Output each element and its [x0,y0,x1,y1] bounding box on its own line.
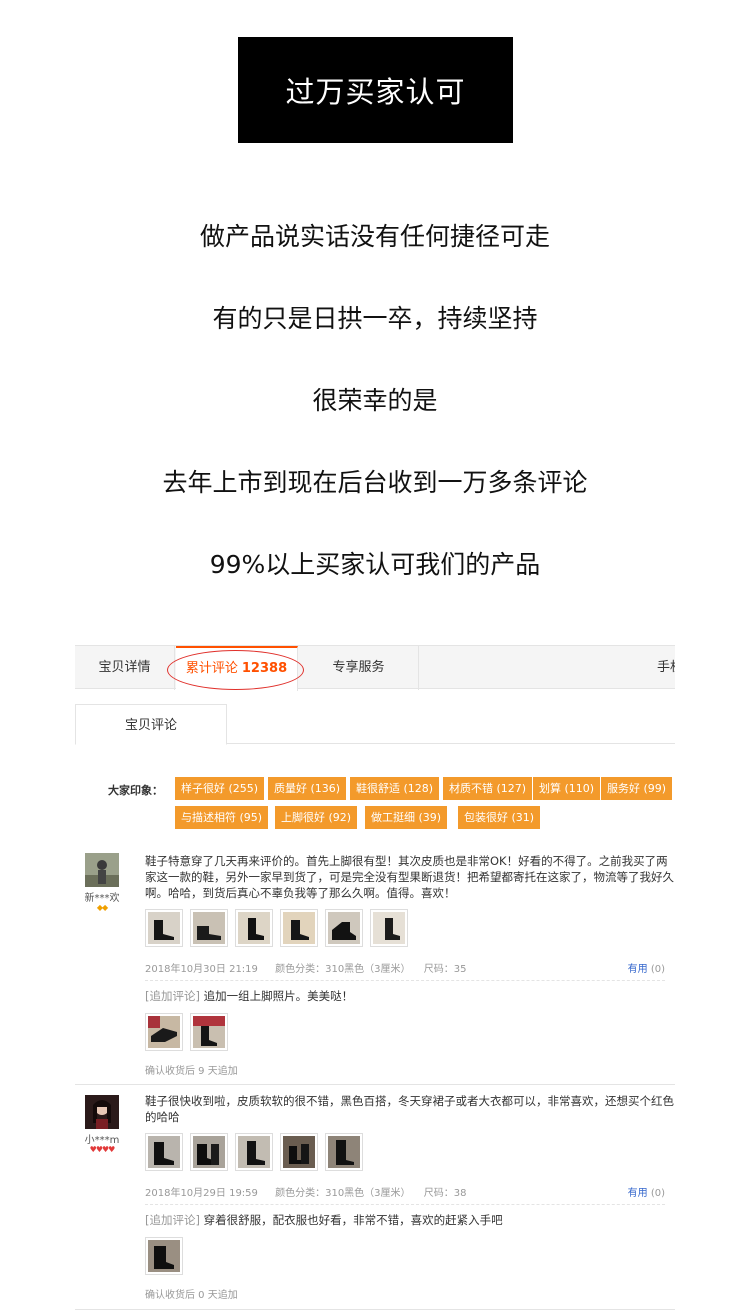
photo-thumbnail[interactable] [370,909,408,947]
shoe-photo-icon [148,1016,180,1048]
impression-tag[interactable]: 鞋很舒适 (128) [350,777,440,800]
append-tag: [追加评论] [145,1213,200,1227]
tab-details-label: 宝贝详情 [98,660,151,675]
review-item: 小***m ♥♥♥♥ 鞋子很快收到啦，皮质软软的很不错，黑色百搭，冬天穿裙子或者… [75,1085,675,1310]
review-text: 鞋子很快收到啦，皮质软软的很不错，黑色百搭，冬天穿裙子或者大衣都可以，非常喜欢，… [145,1094,674,1124]
tab-bar: 宝贝详情 累计评论12388 专享服务 手机 [75,645,675,691]
avatar[interactable] [85,1095,119,1129]
impression-tag[interactable]: 做工挺细 (39) [365,806,448,829]
review-date: 2018年10月30日 21:19 [145,964,258,975]
user-level-badge: ♥♥♥♥ [89,1145,116,1154]
photo-thumbnail[interactable] [190,1013,228,1051]
impression-tag[interactable]: 样子很好 (255) [175,777,265,800]
photo-thumbnail[interactable] [280,1133,318,1171]
impression-tag[interactable]: 材质不错 (127) [443,777,533,800]
photo-thumbnail[interactable] [325,1133,363,1171]
review-divider [145,1204,665,1205]
user-name: 小***m [84,1135,120,1146]
review-meta: 2018年10月29日 19:59 颜色分类：310黑色（3厘米） 尺码：38 [145,1184,665,1199]
confirm-note: 确认收货后 9 天追加 [145,1066,238,1077]
photo-thumbnail[interactable] [145,909,183,947]
impression-tag[interactable]: 包装很好 (31) [458,806,541,829]
review-size: 尺码：35 [423,964,467,975]
impression-tag[interactable]: 与描述相符 (95) [175,806,269,829]
tab-reviews-label: 累计评论 [185,661,238,676]
photo-thumbnail[interactable] [145,1237,183,1275]
review-photos [145,1133,363,1171]
shoe-photo-icon [328,912,360,944]
useful-button[interactable]: 有用 (0) [628,960,665,975]
photo-thumbnail[interactable] [145,1133,183,1171]
append-photos [145,1013,228,1051]
shoe-photo-icon [148,912,180,944]
impression-tag[interactable]: 划算 (110) [533,777,601,800]
impression-tag[interactable]: 服务好 (99) [601,777,673,800]
review-photos [145,909,408,947]
tab-reviews[interactable]: 累计评论 12388 [176,646,298,691]
shoe-photo-icon [193,1016,225,1048]
append-tag: [追加评论] [145,989,200,1003]
tab-service-label: 专享服务 [332,660,385,675]
append-photos [145,1237,183,1275]
useful-label: 有用 [627,964,648,975]
append-text: 穿着很舒服，配衣服也好看，非常不错，喜欢的赶紧入手吧 [203,1213,503,1227]
tab-mobile-label: 手机 [657,660,675,675]
useful-count: (0) [650,964,665,975]
append-review: [追加评论] 穿着很舒服，配衣服也好看，非常不错，喜欢的赶紧入手吧 [145,1212,675,1228]
shoe-photo-icon [148,1240,180,1272]
tab-details[interactable]: 宝贝详情 [75,646,175,690]
photo-thumbnail[interactable] [145,1013,183,1051]
sub-tab-bar: 宝贝评论 [75,704,675,745]
slogan-line: 很荣幸的是 [312,386,438,415]
shoe-photo-icon [283,912,315,944]
slogan-line: 有的只是日拱一卒，持续坚持 [212,304,538,333]
review-sku: 颜色分类：310黑色（3厘米） [275,1188,411,1199]
photo-thumbnail[interactable] [235,1133,273,1171]
banner-title: 过万买家认可 [285,75,466,109]
photo-thumbnail[interactable] [325,909,363,947]
photo-thumbnail[interactable] [235,909,273,947]
review-item: 新***欢 ◆◆ 鞋子特意穿了几天再来评价的。首先上脚很有型！其次皮质也是非常O… [75,845,675,1085]
review-text: 鞋子特意穿了几天再来评价的。首先上脚很有型！其次皮质也是非常OK！好看的不得了。… [145,854,674,900]
shoe-photo-icon [193,912,225,944]
tab-reviews-count: 12388 [241,661,288,676]
user-level-badge: ◆◆ [96,903,108,912]
tab-service[interactable]: 专享服务 [299,646,419,690]
review-divider [145,980,665,981]
confirm-note: 确认收货后 0 天追加 [145,1290,238,1301]
impression-tag[interactable]: 上脚很好 (92) [275,806,358,829]
photo-thumbnail[interactable] [190,909,228,947]
slogan-line: 去年上市到现在后台收到一万多条评论 [162,468,588,497]
photo-thumbnail[interactable] [190,1133,228,1171]
review-panel: 宝贝详情 累计评论12388 专享服务 手机 宝贝评论 大家印象： 样子很好 (… [75,645,675,1313]
slogan-line: 做产品说实话没有任何捷径可走 [199,222,550,251]
impressions-label: 大家印象： [108,784,163,797]
review-size: 尺码：38 [423,1188,467,1199]
avatar[interactable] [85,853,119,887]
useful-label: 有用 [627,1188,648,1199]
user-name: 新***欢 [84,893,120,904]
shoe-photo-icon [193,1136,225,1168]
useful-count: (0) [650,1188,665,1199]
review-sku: 颜色分类：310黑色（3厘米） [275,964,411,975]
tab-mobile[interactable]: 手机 [657,646,675,690]
slogan-line: 99%以上买家认可我们的产品 [209,550,541,579]
review-date: 2018年10月29日 19:59 [145,1188,258,1199]
impression-tag[interactable]: 质量好 (136) [268,777,347,800]
review-meta: 2018年10月30日 21:19 颜色分类：310黑色（3厘米） 尺码：35 [145,960,665,975]
title-banner: 过万买家认可 [238,37,513,143]
append-review: [追加评论] 追加一组上脚照片。美美哒！ [145,988,675,1004]
shoe-photo-icon [373,912,405,944]
photo-thumbnail[interactable] [280,909,318,947]
shoe-photo-icon [238,912,270,944]
append-text: 追加一组上脚照片。美美哒！ [203,989,354,1003]
shoe-photo-icon [238,1136,270,1168]
useful-button[interactable]: 有用 (0) [628,1184,665,1199]
shoe-photo-icon [328,1136,360,1168]
shoe-photo-icon [283,1136,315,1168]
shoe-photo-icon [148,1136,180,1168]
tab-item-reviews[interactable]: 宝贝评论 [75,704,227,745]
